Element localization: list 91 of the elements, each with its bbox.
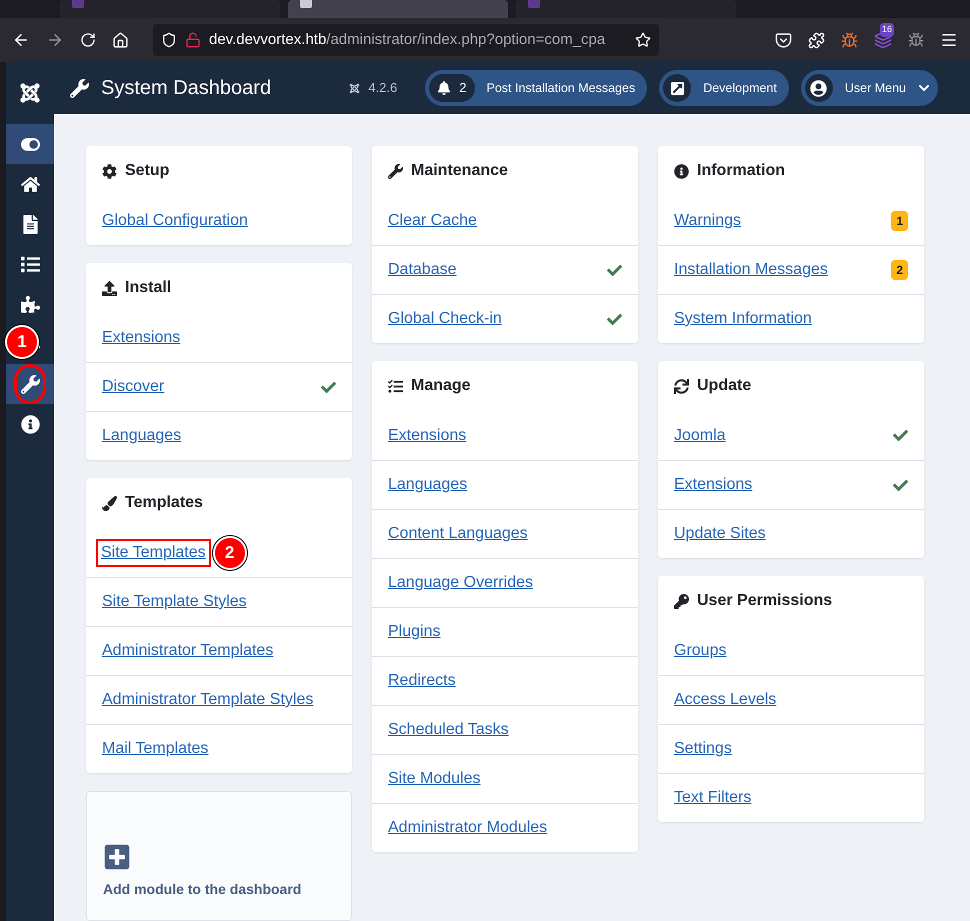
- link[interactable]: Database: [388, 258, 456, 282]
- link[interactable]: Administrator Template Styles: [102, 688, 314, 712]
- info-icon: [674, 164, 689, 178]
- add-module-label: Add module to the dashboard: [103, 880, 302, 899]
- chevron-down-icon: [918, 82, 930, 94]
- link[interactable]: Languages: [102, 424, 182, 448]
- link[interactable]: Administrator Modules: [388, 816, 548, 840]
- plus-icon: [103, 843, 131, 871]
- link[interactable]: Plugins: [388, 620, 440, 644]
- info-icon: [20, 414, 40, 434]
- url-text: dev.devvortex.htb/administrator/index.php?option=com_cpa: [209, 30, 606, 50]
- version-text: 4.2.6: [368, 79, 398, 98]
- sync-icon: [674, 378, 689, 394]
- lock-icon: [185, 32, 201, 48]
- link[interactable]: Languages: [388, 473, 468, 497]
- header-button[interactable]: User Menu: [800, 70, 938, 106]
- link[interactable]: Clear Cache: [388, 208, 477, 232]
- shield-icon: [161, 32, 177, 48]
- upload-icon: [102, 280, 117, 296]
- external-link-icon: [670, 80, 685, 96]
- link[interactable]: Site Templates: [98, 540, 209, 564]
- back-icon[interactable]: [12, 31, 30, 49]
- message-count: 2: [459, 79, 466, 98]
- card-title: User Permissions: [697, 591, 832, 611]
- home-icon: [20, 174, 40, 194]
- link[interactable]: Administrator Templates: [102, 639, 274, 663]
- stack-icon[interactable]: [874, 31, 892, 49]
- key-icon: [674, 594, 689, 608]
- card-title: Update: [697, 376, 752, 396]
- wrench-icon: [388, 164, 403, 178]
- link[interactable]: Groups: [674, 638, 726, 662]
- card-title: Information: [697, 161, 785, 181]
- joomla-logo-icon[interactable]: [19, 82, 41, 104]
- card-title: Manage: [411, 376, 471, 396]
- card-title: Install: [125, 278, 172, 298]
- address-bar[interactable]: dev.devvortex.htb/administrator/index.php?option=com_cpa: [153, 24, 659, 56]
- gear-icon: [102, 164, 117, 178]
- link[interactable]: Warnings: [674, 208, 741, 232]
- link[interactable]: Extensions: [388, 424, 466, 448]
- link[interactable]: Update Sites: [674, 522, 766, 546]
- page-title: System Dashboard: [101, 76, 272, 101]
- link[interactable]: Scheduled Tasks: [388, 718, 509, 742]
- reload-icon[interactable]: [80, 32, 96, 48]
- link[interactable]: Redirects: [388, 669, 456, 693]
- card-title: Maintenance: [411, 161, 508, 181]
- link[interactable]: Global Configuration: [102, 208, 248, 232]
- menu-icon[interactable]: [940, 31, 958, 49]
- link[interactable]: Discover: [102, 375, 164, 399]
- link[interactable]: Content Languages: [388, 522, 528, 546]
- header-button[interactable]: 2 Post Installation Messages: [425, 70, 648, 106]
- joomla-icon: [349, 82, 360, 94]
- annotation-number: 2: [212, 536, 247, 570]
- wrench-icon: [70, 78, 89, 98]
- bell-icon: [437, 81, 452, 95]
- header-button[interactable]: Development: [659, 70, 789, 106]
- link[interactable]: Mail Templates: [102, 737, 208, 761]
- puzzle-icon: [20, 294, 40, 314]
- extension-count-badge: 16: [880, 23, 894, 36]
- sidebar-item[interactable]: [6, 124, 54, 164]
- link[interactable]: Extensions: [674, 473, 752, 497]
- list-icon: [20, 254, 40, 274]
- link[interactable]: Site Template Styles: [102, 590, 247, 614]
- card-title: Templates: [125, 493, 203, 513]
- link[interactable]: Settings: [674, 737, 732, 761]
- card-title: Setup: [125, 161, 170, 181]
- user-icon: [810, 80, 828, 96]
- home-icon[interactable]: [112, 32, 129, 48]
- wrench-icon: [20, 374, 40, 394]
- tab-favicon-icon: [72, 0, 84, 8]
- add-module-card[interactable]: Add module to the dashboard: [86, 791, 352, 921]
- link[interactable]: Global Check-in: [388, 307, 502, 331]
- count-badge: 2: [891, 260, 908, 280]
- annotation-number: 1: [5, 325, 39, 359]
- count-badge: 1: [891, 210, 908, 230]
- document-icon: [20, 214, 40, 234]
- link[interactable]: Extensions: [102, 326, 180, 350]
- link[interactable]: Access Levels: [674, 688, 776, 712]
- link[interactable]: System Information: [674, 307, 812, 331]
- puzzle-icon[interactable]: [808, 32, 825, 48]
- bug-icon[interactable]: [908, 32, 924, 48]
- tab-favicon-icon: [528, 0, 540, 8]
- link[interactable]: Text Filters: [674, 786, 752, 810]
- link[interactable]: Joomla: [674, 424, 726, 448]
- link[interactable]: Installation Messages: [674, 258, 828, 282]
- link[interactable]: Site Modules: [388, 767, 480, 791]
- tab-favicon-icon: [300, 0, 312, 8]
- checklist-icon: [388, 378, 403, 394]
- forward-icon[interactable]: [46, 31, 64, 49]
- link[interactable]: Language Overrides: [388, 571, 533, 595]
- star-icon[interactable]: [635, 32, 651, 48]
- paintbrush-icon: [102, 496, 117, 510]
